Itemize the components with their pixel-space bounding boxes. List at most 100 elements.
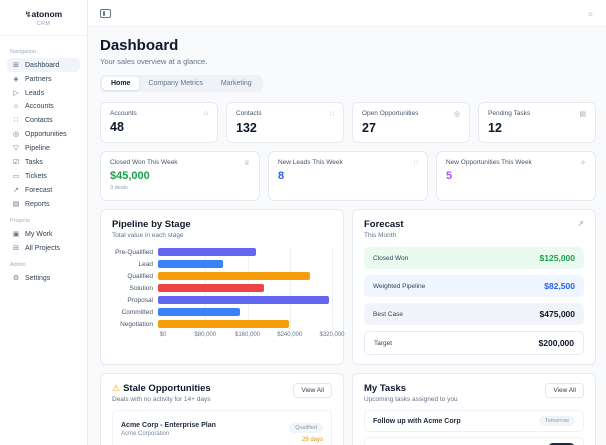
tasks-icon: ☑ xyxy=(12,159,20,166)
pipeline-bar-chart: Pre-Qualified Lead Qualified Solution Pr… xyxy=(112,248,345,341)
stage-badge: Qualified xyxy=(289,423,323,433)
page-content: Dashboard Your sales overview at a glanc… xyxy=(88,27,606,445)
chart-x-axis: $0 $80,000 $160,000 $240,000 $320,000 xyxy=(159,332,345,338)
chart-bar-row: Qualified xyxy=(112,272,332,280)
trending-up-icon: ↗ xyxy=(577,219,584,228)
card-label: Closed Won This Week xyxy=(110,159,178,166)
pipeline-by-stage-card: Pipeline by Stage Total value in each st… xyxy=(100,209,345,365)
sidebar-item-my-work[interactable]: ▣ My Work xyxy=(7,227,80,241)
stat-card-contacts: Contacts ∷ 132 xyxy=(226,102,344,143)
topbar: ☼ xyxy=(88,0,606,27)
my-tasks-card: My Tasks Upcoming tasks assigned to you … xyxy=(352,373,596,445)
sidebar-item-settings[interactable]: ⚙ Settings xyxy=(7,271,80,285)
stale-subtitle: Deals with no activity for 14+ days xyxy=(112,396,211,403)
nav-section-label: Navigation xyxy=(10,49,36,55)
leads-icon: ▷ xyxy=(13,90,19,97)
stat-label: Accounts xyxy=(110,110,137,117)
sidebar-item-dashboard[interactable]: ⊞ Dashboard xyxy=(7,58,80,72)
pipeline-icon: ▽ xyxy=(13,145,19,152)
tab-home[interactable]: Home xyxy=(102,77,140,90)
settings-icon: ⚙ xyxy=(12,275,20,282)
task-item[interactable]: Prepare proposal for TechFlow Today xyxy=(364,437,584,445)
stale-opportunities-card: ⚠ Stale Opportunities Deals with no activ… xyxy=(100,373,344,445)
stale-view-all-button[interactable]: View All xyxy=(293,383,332,398)
app-root: ↯atonom CRM Navigation ⊞ Dashboard ◈ Partn… xyxy=(0,0,606,445)
card-new-leads-this-week: New Leads This Week ∷ 8 xyxy=(268,151,428,201)
tab-marketing[interactable]: Marketing xyxy=(212,77,261,90)
stale-list: Acme Corp - Enterprise Plan Acme Corporat… xyxy=(112,410,332,445)
card-new-opportunities-this-week: New Opportunities This Week ✧ 5 xyxy=(436,151,596,201)
forecast-row-closed-won: Closed Won $125,000 xyxy=(364,247,584,269)
tab-company-metrics[interactable]: Company Metrics xyxy=(139,77,211,90)
target-icon: ◎ xyxy=(453,111,460,118)
my-work-icon: ▣ xyxy=(12,231,20,238)
sidebar-item-partners[interactable]: ◈ Partners xyxy=(7,72,80,86)
main-area: ☼ Dashboard Your sales overview at a gla… xyxy=(88,0,606,445)
chart-bar-row: Lead xyxy=(112,260,332,268)
stat-card-pending-tasks: Pending Tasks ▤ 12 xyxy=(478,102,596,143)
card-value: 5 xyxy=(446,170,453,182)
logo-text: atonom xyxy=(31,9,63,19)
stat-value: 48 xyxy=(110,120,124,134)
tasks-subtitle: Upcoming tasks assigned to you xyxy=(364,396,458,403)
logo-subtitle: CRM xyxy=(36,21,51,27)
sidebar-item-leads[interactable]: ▷ Leads xyxy=(7,86,80,100)
sidebar-item-tickets[interactable]: ▭ Tickets xyxy=(7,169,80,183)
stat-label: Contacts xyxy=(236,110,262,117)
chart-bar-row: Pre-Qualified xyxy=(112,248,332,256)
sidebar-item-opportunities[interactable]: ◎ Opportunities xyxy=(7,127,80,141)
tickets-icon: ▭ xyxy=(12,173,20,180)
card-subtext: 3 deals xyxy=(110,185,128,191)
middle-row: Pipeline by Stage Total value in each st… xyxy=(100,209,596,365)
sidebar-toggle-icon[interactable] xyxy=(100,8,111,18)
sidebar-nav: Navigation ⊞ Dashboard ◈ Partners ▷ Leads ⌂… xyxy=(0,36,87,291)
forecast-subtitle: This Month xyxy=(364,232,397,239)
logo-bolt-icon: ↯ xyxy=(24,10,32,19)
sidebar-item-contacts[interactable]: ∷ Contacts xyxy=(7,113,80,127)
chart-bar-row: Solution xyxy=(112,284,332,292)
stat-value: 27 xyxy=(362,121,376,135)
due-badge: Tomorrow xyxy=(538,416,575,426)
bar-qualified xyxy=(158,272,311,280)
warning-icon: ⚠ xyxy=(112,383,121,393)
chart-title: Pipeline by Stage xyxy=(112,219,191,230)
sidebar: ↯atonom CRM Navigation ⊞ Dashboard ◈ Partn… xyxy=(0,0,88,445)
task-item[interactable]: Follow up with Acme Corp Tomorrow xyxy=(364,410,584,432)
sidebar-item-tasks[interactable]: ☑ Tasks xyxy=(7,155,80,169)
stale-title: Stale Opportunities xyxy=(123,383,211,394)
sidebar-item-forecast[interactable]: ↗ Forecast xyxy=(7,183,80,197)
tasks-list: Follow up with Acme Corp Tomorrow Prepar… xyxy=(364,410,584,445)
stat-card-accounts: Accounts ⌂ 48 xyxy=(100,102,218,143)
card-value: $45,000 xyxy=(110,170,150,182)
forecast-row-weighted-pipeline: Weighted Pipeline $82,500 xyxy=(364,275,584,297)
bar-pre-qualified xyxy=(158,248,256,256)
stale-days: 29 days xyxy=(301,437,323,443)
bottom-row: ⚠ Stale Opportunities Deals with no activ… xyxy=(100,373,596,445)
sidebar-item-pipeline[interactable]: ▽ Pipeline xyxy=(7,141,80,155)
stat-label: Pending Tasks xyxy=(488,110,531,117)
stale-item[interactable]: Acme Corp - Enterprise Plan Acme Corporat… xyxy=(112,410,332,445)
forecast-icon: ↗ xyxy=(13,187,19,194)
tasks-view-all-button[interactable]: View All xyxy=(545,383,584,398)
bar-negotiation xyxy=(158,320,289,328)
card-closed-won-this-week: Closed Won This Week ♕ $45,000 3 deals xyxy=(100,151,260,201)
sidebar-item-reports[interactable]: ▤ Reports xyxy=(7,197,80,211)
accounts-icon: ⌂ xyxy=(13,103,19,110)
partners-icon: ◈ xyxy=(13,76,19,83)
chart-gridline xyxy=(332,248,333,328)
reports-icon: ▤ xyxy=(12,201,20,208)
stat-value: 132 xyxy=(236,121,257,135)
clipboard-icon: ▤ xyxy=(579,111,586,118)
sidebar-item-all-projects[interactable]: ⊟ All Projects xyxy=(7,241,80,255)
page-subtitle: Your sales overview at a glance. xyxy=(100,57,208,66)
theme-toggle-icon[interactable]: ☼ xyxy=(587,9,594,18)
users-icon: ∷ xyxy=(329,111,334,118)
stat-card-open-opportunities: Open Opportunities ◎ 27 xyxy=(352,102,470,143)
forecast-rows: Closed Won $125,000 Weighted Pipeline $82,… xyxy=(364,247,584,355)
tasks-title: My Tasks xyxy=(364,383,407,394)
all-projects-icon: ⊟ xyxy=(13,245,19,252)
card-label: New Opportunities This Week xyxy=(446,159,532,166)
card-value: 8 xyxy=(278,170,285,182)
sidebar-item-accounts[interactable]: ⌂ Accounts xyxy=(7,100,80,113)
forecast-card: Forecast This Month ↗ Closed Won $125,000… xyxy=(352,209,596,365)
